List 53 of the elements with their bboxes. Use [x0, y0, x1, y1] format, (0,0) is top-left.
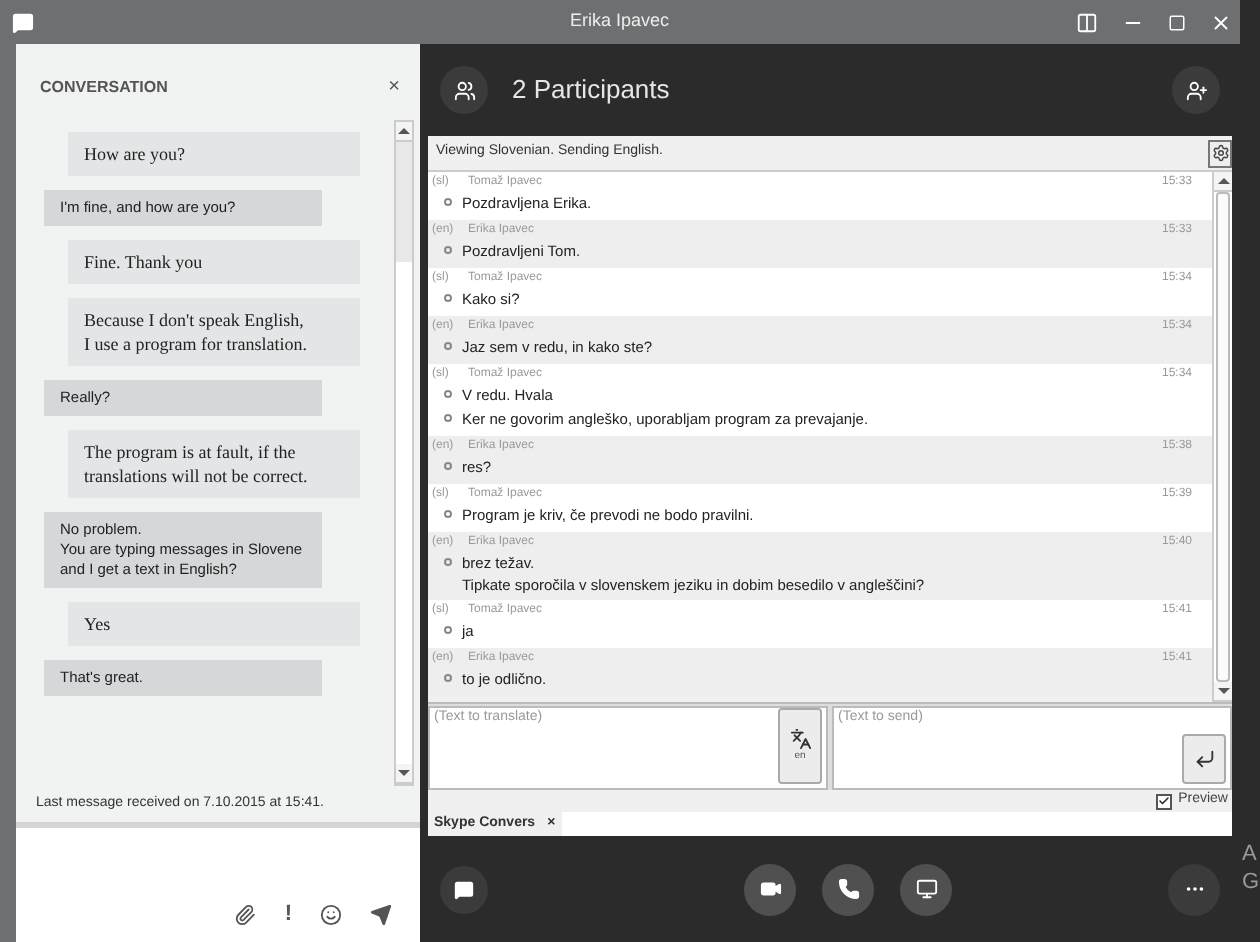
sent-message: The program is at fault, if the translations will not be correct.: [68, 430, 360, 498]
phone-icon: [837, 878, 859, 900]
close-panel-button[interactable]: ×: [388, 78, 400, 98]
bullet-icon: [444, 294, 452, 302]
settings-button[interactable]: [1208, 139, 1232, 167]
add-participant-button[interactable]: [1172, 66, 1220, 114]
maximize-icon[interactable]: [1168, 13, 1186, 31]
panel-title: CONVERSATION: [40, 76, 168, 100]
translate-icon: [789, 727, 811, 750]
bullet-icon: [444, 414, 452, 422]
video-call-button[interactable]: [744, 863, 796, 915]
scroll-up-button[interactable]: [1214, 172, 1232, 192]
desktop-text: G: [1240, 868, 1260, 896]
desktop-text: A: [1240, 840, 1259, 868]
chat-button[interactable]: [440, 865, 488, 913]
settings-icon: [1211, 144, 1229, 162]
enter-button[interactable]: [1182, 734, 1226, 784]
monitor-icon: [915, 878, 937, 900]
video-icon: [759, 878, 781, 900]
scroll-down-button[interactable]: [396, 763, 412, 783]
bullet-icon: [444, 558, 452, 566]
bullet-icon: [444, 198, 452, 206]
chat-app-icon: [12, 11, 34, 33]
chat-icon: [454, 879, 474, 899]
participants-button[interactable]: [440, 66, 488, 114]
bullet-icon: [444, 390, 452, 398]
scroll-up-button[interactable]: [396, 122, 412, 142]
bullet-icon: [444, 510, 452, 518]
priority-button[interactable]: !: [284, 904, 292, 926]
sent-message: Fine. Thank you: [68, 240, 360, 284]
enter-icon: [1193, 748, 1215, 770]
share-screen-button[interactable]: [900, 863, 952, 915]
window-title: Erika Ipavec: [570, 8, 670, 35]
add-person-icon: [1185, 79, 1207, 101]
emoji-icon[interactable]: [320, 904, 342, 926]
bullet-icon: [444, 462, 452, 470]
close-icon[interactable]: [1210, 11, 1232, 33]
voice-call-button[interactable]: [822, 863, 874, 915]
preview-checkbox[interactable]: [1156, 793, 1173, 809]
bullet-icon: [444, 674, 452, 682]
sent-message: How are you?: [68, 132, 360, 176]
sent-message: Yes: [68, 602, 360, 646]
send-icon[interactable]: [370, 904, 392, 926]
layout-icon[interactable]: [1076, 11, 1098, 33]
participants-icon: [453, 79, 475, 101]
bullet-icon: [444, 342, 452, 350]
compose-area[interactable]: !: [16, 822, 420, 942]
bullet-icon: [444, 626, 452, 634]
scroll-down-button[interactable]: [1214, 682, 1232, 702]
attach-icon[interactable]: [234, 904, 257, 926]
bullet-icon: [444, 246, 452, 254]
participants-label: 2 Participants: [512, 72, 670, 109]
sent-message: Because I don't speak English, I use a program for translation.: [68, 298, 360, 366]
